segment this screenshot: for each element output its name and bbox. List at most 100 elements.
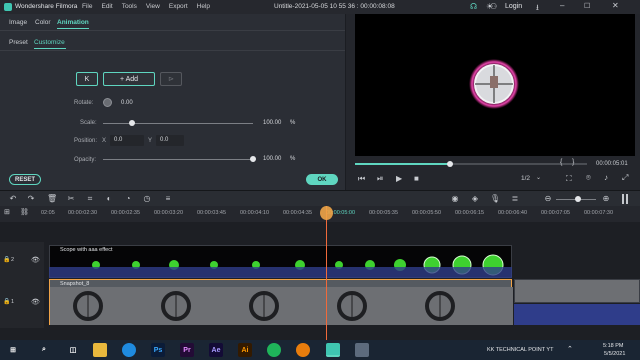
playback-progress-track[interactable] [355, 163, 587, 165]
user-icon[interactable]: ⚇ [490, 2, 497, 11]
next-video-clip[interactable] [514, 279, 640, 303]
menu-tools[interactable]: Tools [122, 3, 137, 10]
position-label: Position: [74, 138, 98, 144]
scale-slider[interactable] [103, 123, 253, 124]
tray-icons[interactable]: ⌃ [567, 345, 573, 353]
position-x-value: 0.0 [114, 137, 123, 143]
next-keyframe-button[interactable]: ⊳ [160, 72, 182, 86]
edge-icon[interactable] [122, 343, 136, 357]
crop-icon[interactable]: ⌗ [85, 194, 95, 204]
start-icon[interactable]: ⊞ [6, 343, 20, 357]
speed-icon[interactable]: ◔ [123, 194, 133, 204]
zoom-out-icon[interactable]: ⊖ [543, 194, 553, 204]
lock-icon[interactable]: 🔒 [3, 298, 10, 305]
color-icon[interactable]: ◐ [104, 194, 114, 204]
rotate-value[interactable]: 0.00 [121, 100, 133, 106]
app-icon[interactable] [355, 343, 369, 357]
opacity-slider[interactable] [103, 159, 253, 160]
rotate-dial[interactable] [103, 98, 112, 107]
prev-keyframe-button[interactable]: K [76, 72, 98, 86]
cut-icon[interactable]: ✂ [66, 194, 76, 204]
add-keyframe-button[interactable]: + Add [103, 72, 155, 86]
ok-button[interactable]: OK [306, 174, 338, 185]
tab-image[interactable]: Image [9, 19, 27, 26]
zoom-in-icon[interactable]: ⊕ [601, 194, 611, 204]
subtab-underline [34, 48, 66, 49]
opacity-label: Opacity: [74, 157, 97, 163]
expand-icon[interactable]: ⤢ [622, 173, 628, 183]
prev-frame-icon[interactable]: ⏮ [358, 174, 365, 184]
adjust-icon[interactable]: ≡ [163, 194, 173, 204]
opacity-value[interactable]: 100.00 [263, 156, 281, 162]
subtab-customize[interactable]: Customize [34, 39, 65, 46]
illustrator-icon[interactable]: Ai [238, 343, 252, 357]
search-icon[interactable]: ⌕ [37, 343, 51, 357]
ruler-tick: 00:00:02:30 [68, 210, 98, 216]
login-link[interactable]: Login [505, 3, 522, 10]
eye-icon[interactable]: 👁 [31, 298, 40, 306]
minimize-icon[interactable]: – [560, 1, 564, 10]
redo-icon[interactable]: ↷ [26, 194, 36, 204]
render-icon[interactable]: ◉ [450, 194, 460, 204]
filmora-taskbar-icon[interactable] [326, 343, 340, 357]
project-title: Untitle-2021-05-05 10 55 36 : 00:00:08:0… [274, 3, 395, 10]
shield-icon[interactable]: ◈ [470, 194, 480, 204]
volume-icon[interactable]: ♪ [604, 173, 608, 182]
subtab-preset[interactable]: Preset [9, 39, 28, 46]
audio-mixer-icon[interactable]: ≣ [510, 194, 520, 204]
page-indicator[interactable]: 1/2 [521, 175, 530, 182]
next-audio-clip[interactable] [514, 304, 640, 325]
video-clip[interactable]: Snapshot_8 [49, 279, 513, 325]
mark-in-icon[interactable]: { [560, 159, 562, 166]
ruler-tick: 00:00:05:50 [412, 210, 442, 216]
clock-date[interactable]: 5/5/2021 [604, 351, 625, 357]
link-icon[interactable]: ⛓ [20, 208, 29, 216]
menu-export[interactable]: Export [169, 3, 188, 10]
photoshop-icon[interactable]: Ps [151, 343, 165, 357]
panel-toggle-icon[interactable] [622, 194, 628, 204]
headset-icon[interactable]: ☊ [470, 2, 477, 11]
position-y-field[interactable]: 0.0 [156, 135, 184, 146]
eye-icon[interactable]: 👁 [31, 256, 40, 264]
file-explorer-icon[interactable] [93, 343, 107, 357]
fullscreen-icon[interactable]: ⛶ [566, 174, 572, 184]
properties-panel: Image Color Animation Preset Customize K… [0, 14, 345, 190]
zoom-slider-knob[interactable] [575, 196, 581, 202]
scale-value[interactable]: 100.00 [263, 120, 281, 126]
menu-help[interactable]: Help [197, 3, 210, 10]
premiere-icon[interactable]: Pr [180, 343, 194, 357]
title-bar: Wondershare Filmora File Edit Tools View… [0, 0, 640, 14]
reset-button[interactable]: RESET [9, 174, 41, 185]
ruler-tick: 00:00:02:35 [111, 210, 141, 216]
close-icon[interactable]: ✕ [612, 1, 619, 10]
position-x-field[interactable]: 0.0 [110, 135, 144, 146]
undo-icon[interactable]: ↶ [8, 194, 18, 204]
tab-animation[interactable]: Animation [57, 19, 89, 26]
lock-icon[interactable]: 🔒 [3, 256, 10, 263]
menu-view[interactable]: View [146, 3, 160, 10]
after-effects-icon[interactable]: Ae [209, 343, 223, 357]
opacity-slider-knob[interactable] [250, 156, 256, 162]
chrome-icon[interactable] [267, 343, 281, 357]
menu-file[interactable]: File [82, 3, 92, 10]
timer-icon[interactable]: ◷ [142, 194, 152, 204]
tab-color[interactable]: Color [35, 19, 51, 26]
mic-icon[interactable]: 🎙 [490, 194, 500, 204]
playback-progress-fill [355, 163, 451, 165]
maximize-icon[interactable]: ☐ [584, 2, 590, 10]
delete-icon[interactable]: 🗑 [47, 194, 57, 204]
playhead-handle[interactable] [320, 206, 333, 220]
scale-slider-knob[interactable] [128, 120, 135, 126]
mark-out-icon[interactable]: } [572, 159, 574, 166]
dropdown-icon[interactable]: ⌄ [536, 174, 541, 181]
stop-icon[interactable]: ■ [414, 174, 419, 183]
clock-time[interactable]: 5:18 PM [603, 343, 623, 349]
task-view-icon[interactable]: ◫ [66, 343, 80, 357]
menu-edit[interactable]: Edit [101, 3, 112, 10]
add-track-icon[interactable]: ⊞ [4, 208, 10, 216]
playback-progress-knob[interactable] [447, 161, 454, 167]
play-back-icon[interactable]: ⏯ [377, 174, 383, 184]
play-icon[interactable]: ▶ [396, 174, 402, 183]
blender-icon[interactable] [296, 343, 310, 357]
camera-icon[interactable]: ⌾ [586, 173, 591, 183]
